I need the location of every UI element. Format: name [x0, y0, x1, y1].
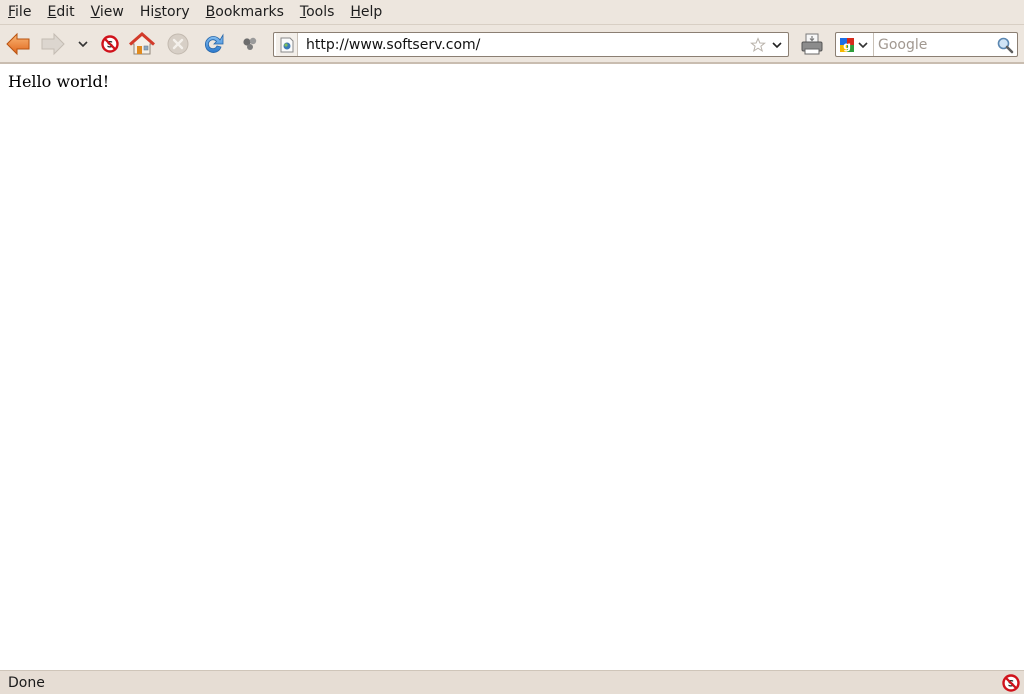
menu-file-mnemonic: F — [8, 3, 16, 20]
print-icon — [801, 33, 823, 55]
menu-file-rest: ile — [15, 3, 32, 20]
menu-history-mnemonic: s — [154, 3, 162, 20]
noscript-button[interactable]: S — [95, 28, 125, 60]
forward-button[interactable] — [38, 28, 68, 60]
star-icon — [750, 36, 766, 52]
noscript-status-button[interactable]: S — [1001, 673, 1021, 693]
stop-icon — [167, 33, 189, 55]
url-bar[interactable]: http://www.softserv.com/ — [273, 32, 789, 57]
home-icon — [129, 32, 155, 55]
noscript-icon: S — [1002, 673, 1020, 692]
url-input[interactable]: http://www.softserv.com/ — [298, 37, 749, 53]
chevron-down-icon — [78, 41, 88, 48]
menu-view-rest: iew — [99, 3, 124, 20]
menu-bookmarks-rest: ookmarks — [215, 3, 284, 20]
navigation-toolbar: S — [0, 25, 1024, 64]
menu-file[interactable]: File — [0, 0, 39, 25]
magnifier-icon — [997, 37, 1014, 53]
extension-icon — [243, 37, 257, 50]
menu-tools-rest: ools — [306, 3, 335, 20]
menu-bookmarks[interactable]: Bookmarks — [198, 0, 292, 25]
page-content: Hello world! — [0, 66, 1024, 670]
menu-tools[interactable]: Tools — [292, 0, 343, 25]
forward-arrow-icon — [41, 32, 65, 56]
home-button[interactable] — [127, 28, 157, 60]
menu-help[interactable]: Help — [342, 0, 390, 25]
menu-bookmarks-mnemonic: B — [205, 3, 216, 20]
back-arrow-icon — [6, 32, 30, 56]
menu-view[interactable]: View — [83, 0, 132, 25]
url-history-dropdown[interactable] — [769, 41, 785, 49]
status-text: Done — [8, 674, 45, 691]
print-button[interactable] — [797, 29, 827, 59]
search-input[interactable] — [874, 36, 995, 53]
reload-button[interactable] — [199, 28, 229, 60]
google-logo-icon: g — [840, 37, 854, 52]
status-bar: Done S — [0, 670, 1024, 694]
extension-button[interactable] — [235, 28, 265, 60]
reload-icon — [204, 33, 224, 53]
menu-history[interactable]: History — [132, 0, 198, 25]
menu-bar: File Edit View History Bookmarks Tools H… — [0, 0, 1024, 25]
bookmark-star-button[interactable] — [749, 36, 767, 53]
chevron-down-icon — [772, 41, 782, 48]
stop-button[interactable] — [163, 28, 193, 60]
search-engine-selector[interactable]: g — [836, 33, 874, 56]
noscript-icon: S — [101, 35, 119, 53]
history-dropdown-button[interactable] — [70, 28, 96, 60]
search-bar: g — [835, 32, 1018, 57]
menu-view-mnemonic: V — [90, 3, 100, 20]
search-go-button[interactable] — [995, 36, 1015, 54]
menu-edit-rest: dit — [56, 3, 75, 20]
page-icon — [280, 37, 293, 52]
page-body-text: Hello world! — [8, 72, 110, 91]
svg-text:g: g — [843, 39, 851, 52]
menu-help-mnemonic: H — [350, 3, 361, 20]
menu-edit-mnemonic: E — [47, 3, 57, 20]
menu-help-rest: elp — [360, 3, 383, 20]
site-identity-button[interactable] — [276, 33, 298, 56]
back-button[interactable] — [3, 28, 33, 60]
chevron-down-icon — [858, 41, 868, 48]
menu-history-rest: tory — [161, 3, 190, 20]
menu-history-pre: Hi — [139, 3, 155, 20]
menu-edit[interactable]: Edit — [39, 0, 82, 25]
